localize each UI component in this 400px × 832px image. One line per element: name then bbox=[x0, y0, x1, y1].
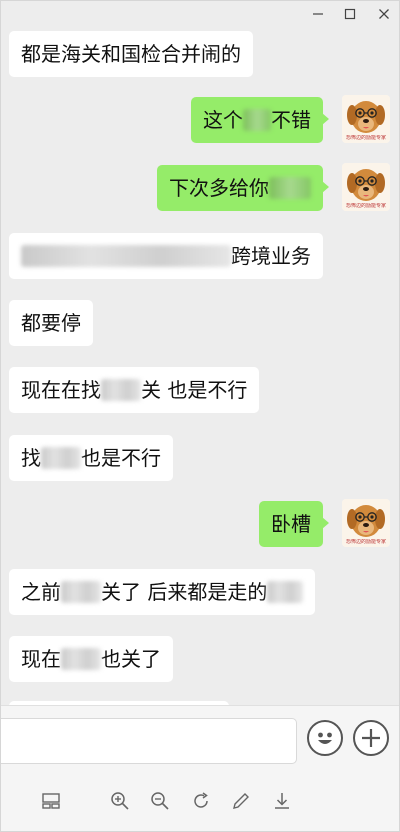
minimize-button[interactable] bbox=[307, 5, 329, 23]
close-icon bbox=[379, 9, 389, 19]
message-text: 都是海关和国检合并闹的 bbox=[21, 42, 241, 66]
layout-icon bbox=[42, 793, 60, 809]
user-avatar[interactable]: 恐怖边的励能专家 bbox=[342, 95, 390, 143]
message-text: 关 也是不行 bbox=[141, 378, 248, 402]
sticker-caption: 恐怖边的励能专家 bbox=[345, 135, 386, 141]
redacted-text bbox=[21, 244, 231, 267]
message-text: 现在 bbox=[21, 647, 61, 671]
redacted-text bbox=[267, 580, 304, 603]
close-button[interactable] bbox=[373, 5, 395, 23]
rotate-icon bbox=[194, 792, 208, 808]
plus-icon bbox=[362, 729, 380, 747]
pencil-icon bbox=[233, 793, 249, 809]
redacted-text bbox=[243, 108, 271, 131]
message-bubble-outgoing[interactable]: 这个 不错 bbox=[191, 97, 329, 143]
maximize-icon bbox=[344, 8, 356, 20]
maximize-button[interactable] bbox=[339, 5, 361, 23]
emoji-button[interactable] bbox=[307, 720, 343, 756]
redacted-text bbox=[41, 446, 81, 469]
layout-button[interactable] bbox=[40, 790, 62, 812]
message-text: 也关了 bbox=[101, 647, 161, 671]
message-bubble-outgoing[interactable]: 卧槽 bbox=[259, 501, 329, 547]
message-text: 这个 bbox=[203, 108, 243, 132]
message-text: 找 bbox=[21, 446, 41, 470]
smiley-icon bbox=[318, 732, 332, 744]
message-text: 卧槽 bbox=[271, 512, 311, 536]
redacted-text bbox=[101, 378, 141, 401]
redacted-text bbox=[269, 176, 311, 199]
message-bubble-incoming[interactable]: 现在 也关了 bbox=[9, 636, 173, 682]
message-text: 不错 bbox=[271, 108, 311, 132]
user-avatar[interactable]: 恐怖边的励能专家 bbox=[342, 163, 390, 211]
message-list[interactable]: 都是海关和国检合并闹的 这个 不错 恐怖边的励能专家 下次多给你 恐怖边的励能专家… bbox=[1, 29, 399, 705]
download-button[interactable] bbox=[271, 790, 293, 812]
message-bubble-incoming[interactable]: 之前 关了 后来都是走的 bbox=[9, 569, 316, 615]
chat-window: 都是海关和国检合并闹的 这个 不错 恐怖边的励能专家 下次多给你 恐怖边的励能专家… bbox=[0, 0, 400, 832]
message-bubble-outgoing[interactable]: 下次多给你 bbox=[157, 165, 329, 211]
download-icon bbox=[275, 793, 289, 809]
zoom-in-icon bbox=[111, 792, 129, 810]
message-text: 也是不行 bbox=[81, 446, 161, 470]
sticker-caption: 恐怖边的励能专家 bbox=[345, 203, 386, 209]
message-bubble-incoming[interactable]: 找 也是不行 bbox=[9, 435, 173, 481]
message-text: 之前 bbox=[21, 580, 61, 604]
message-bubble-incoming[interactable]: 跨境业务 bbox=[9, 233, 323, 279]
title-bar bbox=[1, 1, 399, 29]
message-bubble-incoming[interactable]: 都要停 bbox=[9, 300, 93, 346]
user-avatar[interactable]: 恐怖边的励能专家 bbox=[342, 499, 390, 547]
redacted-text bbox=[61, 647, 101, 670]
message-text: 下次多给你 bbox=[169, 176, 269, 200]
rotate-button[interactable] bbox=[190, 790, 212, 812]
message-bubble-incoming[interactable]: 现在在找 关 也是不行 bbox=[9, 367, 260, 413]
zoom-in-button[interactable] bbox=[109, 790, 131, 812]
message-text: 跨境业务 bbox=[231, 244, 311, 268]
redacted-text bbox=[61, 580, 101, 603]
message-bubble-incoming[interactable]: 都是海关和国检合并闹的 bbox=[9, 31, 253, 77]
zoom-out-button[interactable] bbox=[149, 790, 171, 812]
sticker-caption: 恐怖边的励能专家 bbox=[345, 539, 386, 545]
message-text: 关了 后来都是走的 bbox=[101, 580, 268, 604]
minimize-icon bbox=[313, 13, 323, 15]
message-input[interactable] bbox=[1, 718, 297, 764]
zoom-out-icon bbox=[151, 792, 169, 810]
edit-button[interactable] bbox=[230, 790, 252, 812]
more-button[interactable] bbox=[353, 720, 389, 756]
input-area bbox=[1, 705, 399, 831]
message-text: 都要停 bbox=[21, 311, 81, 335]
message-text: 现在在找 bbox=[21, 378, 101, 402]
